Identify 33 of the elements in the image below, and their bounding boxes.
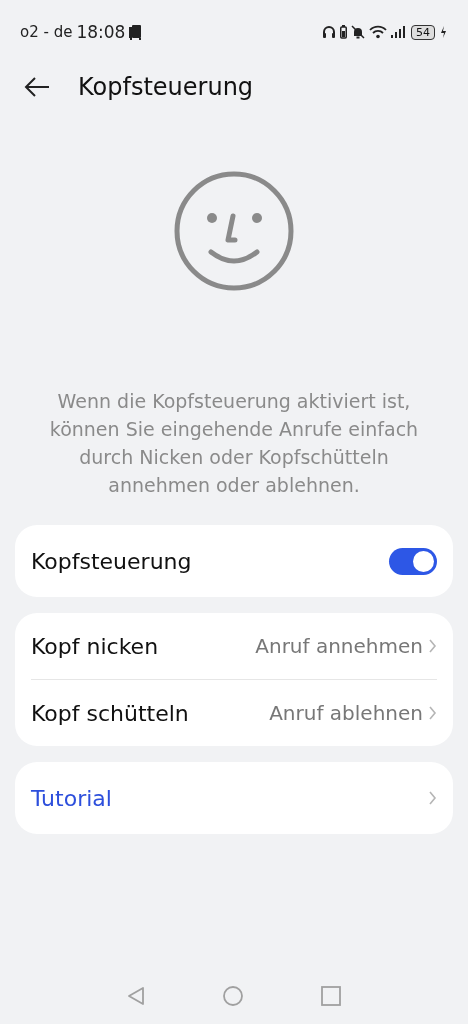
setting-row[interactable]: Tutorial (31, 762, 437, 834)
charging-icon (439, 25, 448, 39)
phone-icon (129, 24, 144, 40)
home-nav-button[interactable] (223, 986, 243, 1006)
setting-value: Anruf annehmen (255, 634, 423, 658)
chevron-right-icon (429, 791, 437, 805)
chevron-right-icon (429, 706, 437, 720)
battery-small-icon (340, 25, 347, 39)
headphones-icon (322, 25, 336, 39)
toggle-switch[interactable] (389, 547, 437, 575)
battery-level: 54 (411, 24, 435, 40)
setting-value: Anruf ablehnen (269, 701, 423, 725)
muted-bell-icon (351, 25, 365, 39)
signal-icon (391, 26, 407, 38)
setting-label: Tutorial (31, 785, 112, 811)
triangle-back-icon (127, 986, 145, 1006)
smiley-face-icon (173, 170, 295, 292)
back-arrow-icon (24, 77, 50, 97)
recents-nav-button[interactable] (321, 986, 341, 1006)
setting-label: Kopfsteuerung (31, 548, 192, 574)
clock-time: 18:08 (76, 22, 126, 42)
chevron-right-icon (429, 639, 437, 653)
setting-label: Kopf schütteln (31, 700, 189, 726)
back-nav-button[interactable] (127, 986, 145, 1006)
description-text: Wenn die Kopfsteuerung aktiviert ist, können Sie eingehende Anrufe einfach durch Nicken oder Kopfschütteln annehmen oder ablehnen. (48, 389, 420, 498)
setting-row[interactable]: Kopf schütteln Anruf ablehnen (31, 680, 437, 746)
setting-row[interactable]: Kopf nicken Anruf annehmen (31, 613, 437, 679)
wifi-icon (369, 25, 387, 39)
page-title: Kopfsteuerung (78, 73, 254, 101)
carrier-name: o2 - de (20, 23, 73, 41)
setting-label: Kopf nicken (31, 633, 159, 659)
circle-home-icon (223, 986, 243, 1006)
square-recents-icon (321, 986, 341, 1006)
